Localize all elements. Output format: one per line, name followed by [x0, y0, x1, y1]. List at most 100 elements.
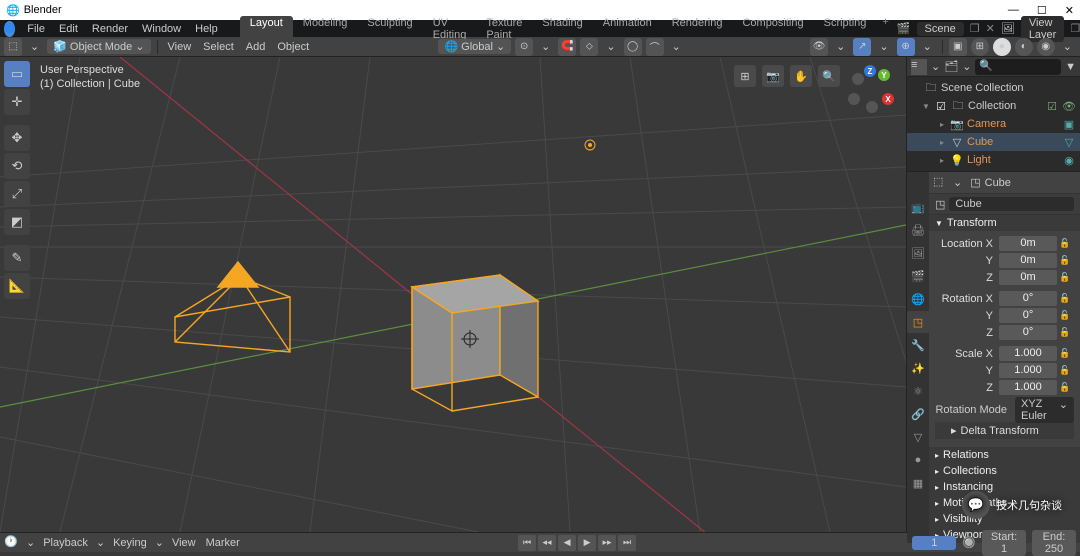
view-menu[interactable]: View: [164, 40, 196, 54]
tool-scale[interactable]: ⤢: [4, 181, 30, 207]
shade-matpreview-icon[interactable]: ◐: [1015, 38, 1033, 56]
prop-chevron[interactable]: ⌄: [668, 39, 685, 54]
loc-y[interactable]: 0m: [999, 253, 1057, 268]
marker-menu[interactable]: Marker: [204, 536, 242, 550]
ptab-render[interactable]: 📺: [907, 196, 929, 218]
tab-modeling[interactable]: Modeling: [293, 16, 358, 42]
rot-y[interactable]: 0°: [999, 308, 1057, 323]
hide-icon[interactable]: 👁: [1062, 100, 1076, 113]
ptab-modifiers[interactable]: 🔧: [907, 334, 929, 356]
lock-icon[interactable]: 🔓: [1059, 382, 1071, 393]
scale-x[interactable]: 1.000: [999, 346, 1057, 361]
mode-selector[interactable]: 🧊 Object Mode ⌄: [47, 39, 150, 54]
viewlayer-new-icon[interactable]: ❐: [1070, 22, 1080, 35]
ptab-particles[interactable]: ✨: [907, 357, 929, 379]
loc-z[interactable]: 0m: [999, 270, 1057, 285]
editor-type-chevron[interactable]: ⌄: [26, 39, 43, 54]
cube-toggle-icon[interactable]: ▽: [1062, 136, 1076, 149]
tool-cursor[interactable]: ✛: [4, 89, 30, 115]
nav-gizmo[interactable]: X Y Z: [846, 65, 896, 115]
snap-icon[interactable]: 🧲: [558, 38, 576, 56]
ptab-mesh[interactable]: ▽: [907, 426, 929, 448]
menu-file[interactable]: File: [21, 23, 51, 35]
shade-rendered-icon[interactable]: ◉: [1037, 38, 1055, 56]
snap-target-icon[interactable]: ⬦: [580, 38, 598, 56]
select-menu[interactable]: Select: [199, 40, 238, 54]
end-frame[interactable]: End: 250: [1032, 530, 1076, 556]
next-key-icon[interactable]: ▸▸: [598, 535, 616, 551]
panel-relations[interactable]: ▸Relations: [929, 447, 1080, 463]
autokey-icon[interactable]: 🔘: [962, 536, 976, 549]
menu-edit[interactable]: Edit: [53, 23, 84, 35]
viewport-3d[interactable]: ▭ ✛ ✥ ⟲ ⤢ ◩ ✎ 📐 User Perspective (1) Col…: [0, 57, 906, 532]
camera-view-icon[interactable]: 📷: [762, 65, 784, 87]
light-toggle-icon[interactable]: ◉: [1062, 154, 1076, 167]
object-name-field[interactable]: Cube: [949, 197, 1074, 211]
grid-icon[interactable]: ⊞: [734, 65, 756, 87]
tree-collection[interactable]: ▼☑🗀Collection☑👁: [907, 97, 1080, 115]
tree-camera[interactable]: ▸📷Camera▣: [907, 115, 1080, 133]
timeline-editor-icon[interactable]: 🕐: [4, 535, 20, 551]
tree-cube[interactable]: ▸▽Cube▽: [907, 133, 1080, 151]
timeline-view-menu[interactable]: View: [170, 536, 198, 550]
ptab-physics[interactable]: ⚛: [907, 380, 929, 402]
menu-help[interactable]: Help: [189, 23, 224, 35]
vis-chevron[interactable]: ⌄: [832, 39, 849, 54]
outliner-mode-chevron[interactable]: ⌄: [962, 60, 971, 73]
lock-icon[interactable]: 🔓: [1059, 293, 1071, 304]
ptab-world[interactable]: 🌐: [907, 288, 929, 310]
scale-z[interactable]: 1.000: [999, 380, 1057, 395]
snap-chevron[interactable]: ⌄: [602, 39, 619, 54]
camera-toggle-icon[interactable]: ▣: [1062, 118, 1076, 131]
gizmo-toggle-icon[interactable]: ↗: [853, 38, 871, 56]
xray-icon[interactable]: ▣: [949, 38, 967, 56]
keying-menu[interactable]: Keying: [111, 536, 149, 550]
proportional-falloff-icon[interactable]: ⌒: [646, 38, 664, 56]
playback-menu[interactable]: Playback: [41, 536, 90, 550]
lock-icon[interactable]: 🔓: [1059, 272, 1071, 283]
visibility-icon[interactable]: 👁: [810, 38, 828, 56]
shade-solid-icon[interactable]: ●: [993, 38, 1011, 56]
lock-icon[interactable]: 🔓: [1059, 365, 1071, 376]
outliner-editor-icon[interactable]: ≡: [911, 59, 927, 75]
tool-select-box[interactable]: ▭: [4, 61, 30, 87]
loc-x[interactable]: 0m: [999, 236, 1057, 251]
editor-type-icon[interactable]: ⬚: [4, 38, 22, 56]
lock-icon[interactable]: 🔓: [1059, 348, 1071, 359]
props-editor-icon[interactable]: ⬚: [933, 175, 949, 191]
rot-x[interactable]: 0°: [999, 291, 1057, 306]
pivot-icon[interactable]: ⊙: [515, 38, 533, 56]
outliner-mode-icon[interactable]: 🗂: [944, 60, 958, 73]
tool-move[interactable]: ✥: [4, 125, 30, 151]
outliner-search[interactable]: 🔍: [975, 59, 1061, 75]
lock-icon[interactable]: 🔓: [1059, 327, 1071, 338]
orientation-selector[interactable]: 🌐 Global ⌄: [438, 39, 511, 54]
scene-selector[interactable]: Scene: [917, 22, 964, 36]
gizmo-chevron[interactable]: ⌄: [875, 39, 892, 54]
scene-del-icon[interactable]: ✕: [986, 22, 995, 35]
outliner-chevron[interactable]: ⌄: [931, 60, 940, 73]
ptab-texture[interactable]: ▦: [907, 472, 929, 494]
outliner-filter-icon[interactable]: ▼: [1065, 61, 1076, 73]
overlay-toggle-icon[interactable]: ⊕: [897, 38, 915, 56]
overlay-chevron[interactable]: ⌄: [919, 39, 936, 54]
tool-rotate[interactable]: ⟲: [4, 153, 30, 179]
object-menu[interactable]: Object: [273, 40, 313, 54]
add-menu[interactable]: Add: [242, 40, 270, 54]
panel-collections[interactable]: ▸Collections: [929, 463, 1080, 479]
tool-transform[interactable]: ◩: [4, 209, 30, 235]
tree-scene-collection[interactable]: 🗀Scene Collection: [907, 79, 1080, 97]
current-frame[interactable]: 1: [912, 536, 956, 550]
tool-measure[interactable]: 📐: [4, 273, 30, 299]
panel-transform-header[interactable]: ▼Transform: [929, 215, 1080, 231]
pivot-chevron[interactable]: ⌄: [537, 39, 554, 54]
lock-icon[interactable]: 🔓: [1059, 255, 1071, 266]
lock-icon[interactable]: 🔓: [1059, 238, 1071, 249]
props-chevron[interactable]: ⌄: [953, 176, 962, 189]
prev-key-icon[interactable]: ◂◂: [538, 535, 556, 551]
proportional-icon[interactable]: ◯: [624, 38, 642, 56]
ptab-viewlayer[interactable]: 🖼: [907, 242, 929, 264]
tab-compositing[interactable]: Compositing: [732, 16, 813, 42]
tab-layout[interactable]: Layout: [240, 16, 293, 42]
ptab-constraints[interactable]: 🔗: [907, 403, 929, 425]
